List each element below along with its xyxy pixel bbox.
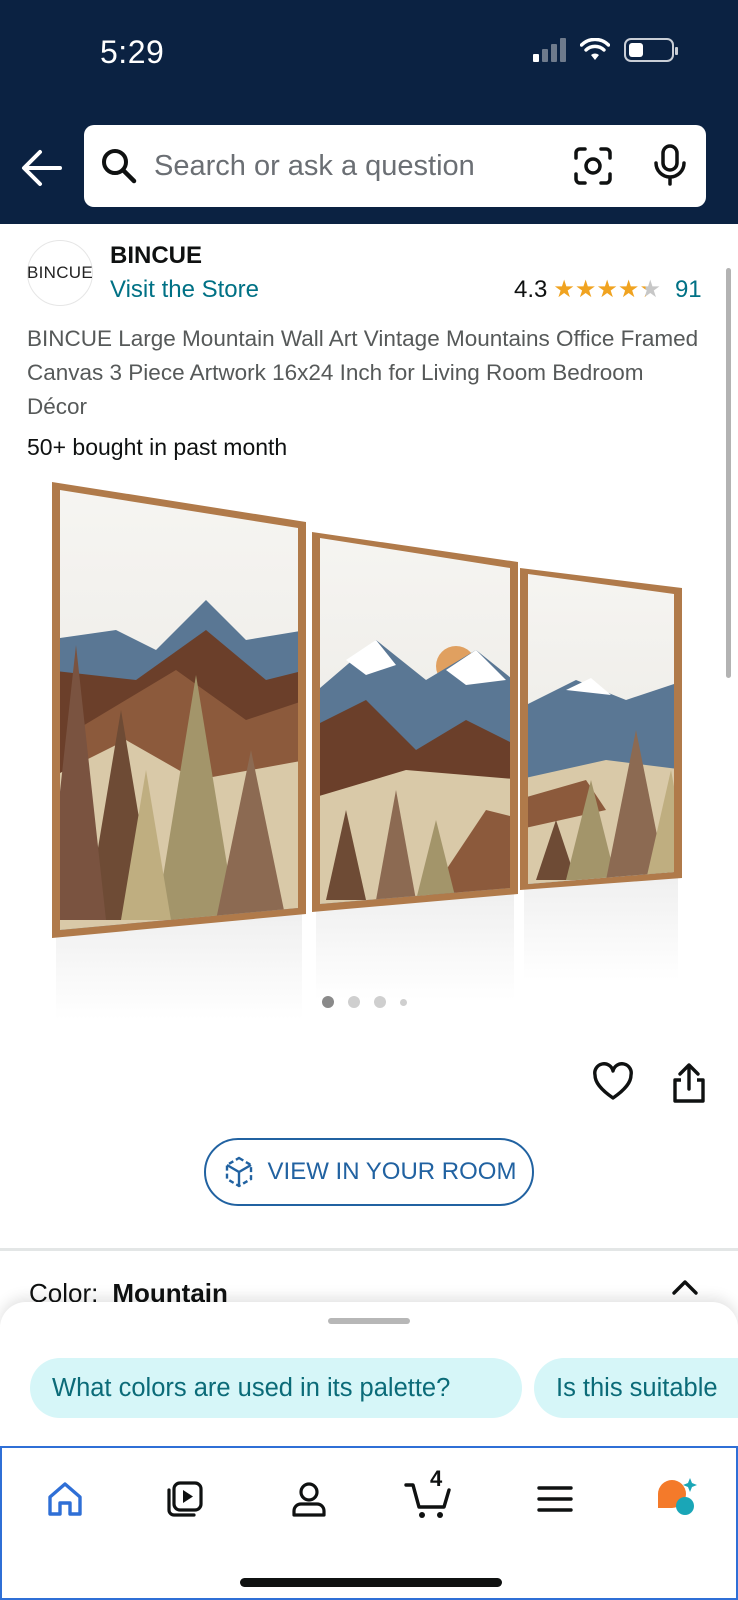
home-icon xyxy=(48,1482,82,1516)
half-star-icon: ★ xyxy=(639,276,661,303)
microphone-icon[interactable] xyxy=(652,143,688,187)
carousel-dots[interactable] xyxy=(322,996,407,1008)
suggestions-sheet: What colors are used in its palette? Is … xyxy=(0,1302,738,1446)
search-icon xyxy=(102,149,137,184)
star-icon: ★ xyxy=(596,276,618,303)
star-icon: ★ xyxy=(617,276,640,303)
status-icons xyxy=(533,38,678,62)
cart-icon xyxy=(404,1483,451,1518)
account-icon xyxy=(292,1482,326,1517)
rating-summary[interactable]: 4.3 ★ ★ ★ ★ ★ 91 xyxy=(514,276,702,304)
app-header: 5:29 xyxy=(0,0,738,224)
battery-icon xyxy=(624,38,678,62)
carousel-dot[interactable] xyxy=(322,996,334,1008)
section-divider xyxy=(0,1248,738,1251)
back-arrow-icon[interactable] xyxy=(20,146,64,190)
nav-account[interactable] xyxy=(284,1474,334,1524)
star-rating-icon: ★ ★ ★ ★ ★ xyxy=(553,278,661,302)
scrollbar[interactable] xyxy=(726,268,731,678)
rufus-icon xyxy=(658,1478,697,1515)
share-icon[interactable] xyxy=(670,1062,708,1104)
review-count[interactable]: 91 xyxy=(675,276,702,304)
search-bar[interactable] xyxy=(84,125,706,207)
home-indicator xyxy=(240,1578,502,1587)
star-icon: ★ xyxy=(553,276,575,303)
cart-count-badge: 4 xyxy=(430,1466,443,1491)
product-image[interactable] xyxy=(46,480,698,1040)
brand-logo[interactable]: BINCUE xyxy=(27,240,93,306)
nav-home[interactable] xyxy=(40,1474,90,1524)
rating-value: 4.3 xyxy=(514,276,548,303)
nav-video[interactable] xyxy=(160,1474,210,1524)
view-in-room-button[interactable]: VIEW IN YOUR ROOM xyxy=(204,1138,534,1206)
ar-cube-icon xyxy=(225,1156,252,1188)
search-input[interactable] xyxy=(154,125,574,207)
nav-cart[interactable] xyxy=(404,1474,454,1524)
video-icon xyxy=(167,1481,203,1517)
brand-name: BINCUE xyxy=(110,242,203,269)
star-icon: ★ xyxy=(574,276,597,303)
suggestion-chip[interactable]: Is this suitable xyxy=(534,1358,738,1418)
bottom-nav: 4 xyxy=(0,1446,738,1600)
carousel-dot[interactable] xyxy=(400,998,407,1006)
carousel-dot[interactable] xyxy=(348,996,360,1008)
carousel-dot[interactable] xyxy=(374,996,386,1008)
chevron-up-icon[interactable] xyxy=(670,1276,700,1298)
product-title: BINCUE Large Mountain Wall Art Vintage M… xyxy=(27,326,699,419)
visit-store-link[interactable]: Visit the Store xyxy=(110,276,259,304)
heart-icon[interactable] xyxy=(592,1062,634,1102)
camera-scan-icon[interactable] xyxy=(572,145,614,187)
status-time: 5:29 xyxy=(100,34,165,70)
menu-icon xyxy=(537,1486,573,1512)
bought-count: 50+ bought in past month xyxy=(27,434,288,460)
wifi-icon xyxy=(580,38,610,60)
suggestion-chip[interactable]: What colors are used in its palette? xyxy=(30,1358,522,1418)
sheet-handle[interactable] xyxy=(328,1318,410,1324)
nav-menu[interactable] xyxy=(530,1474,580,1524)
nav-rufus[interactable] xyxy=(652,1474,702,1524)
view-in-room-label: VIEW IN YOUR ROOM xyxy=(267,1158,517,1185)
signal-icon xyxy=(533,38,566,62)
